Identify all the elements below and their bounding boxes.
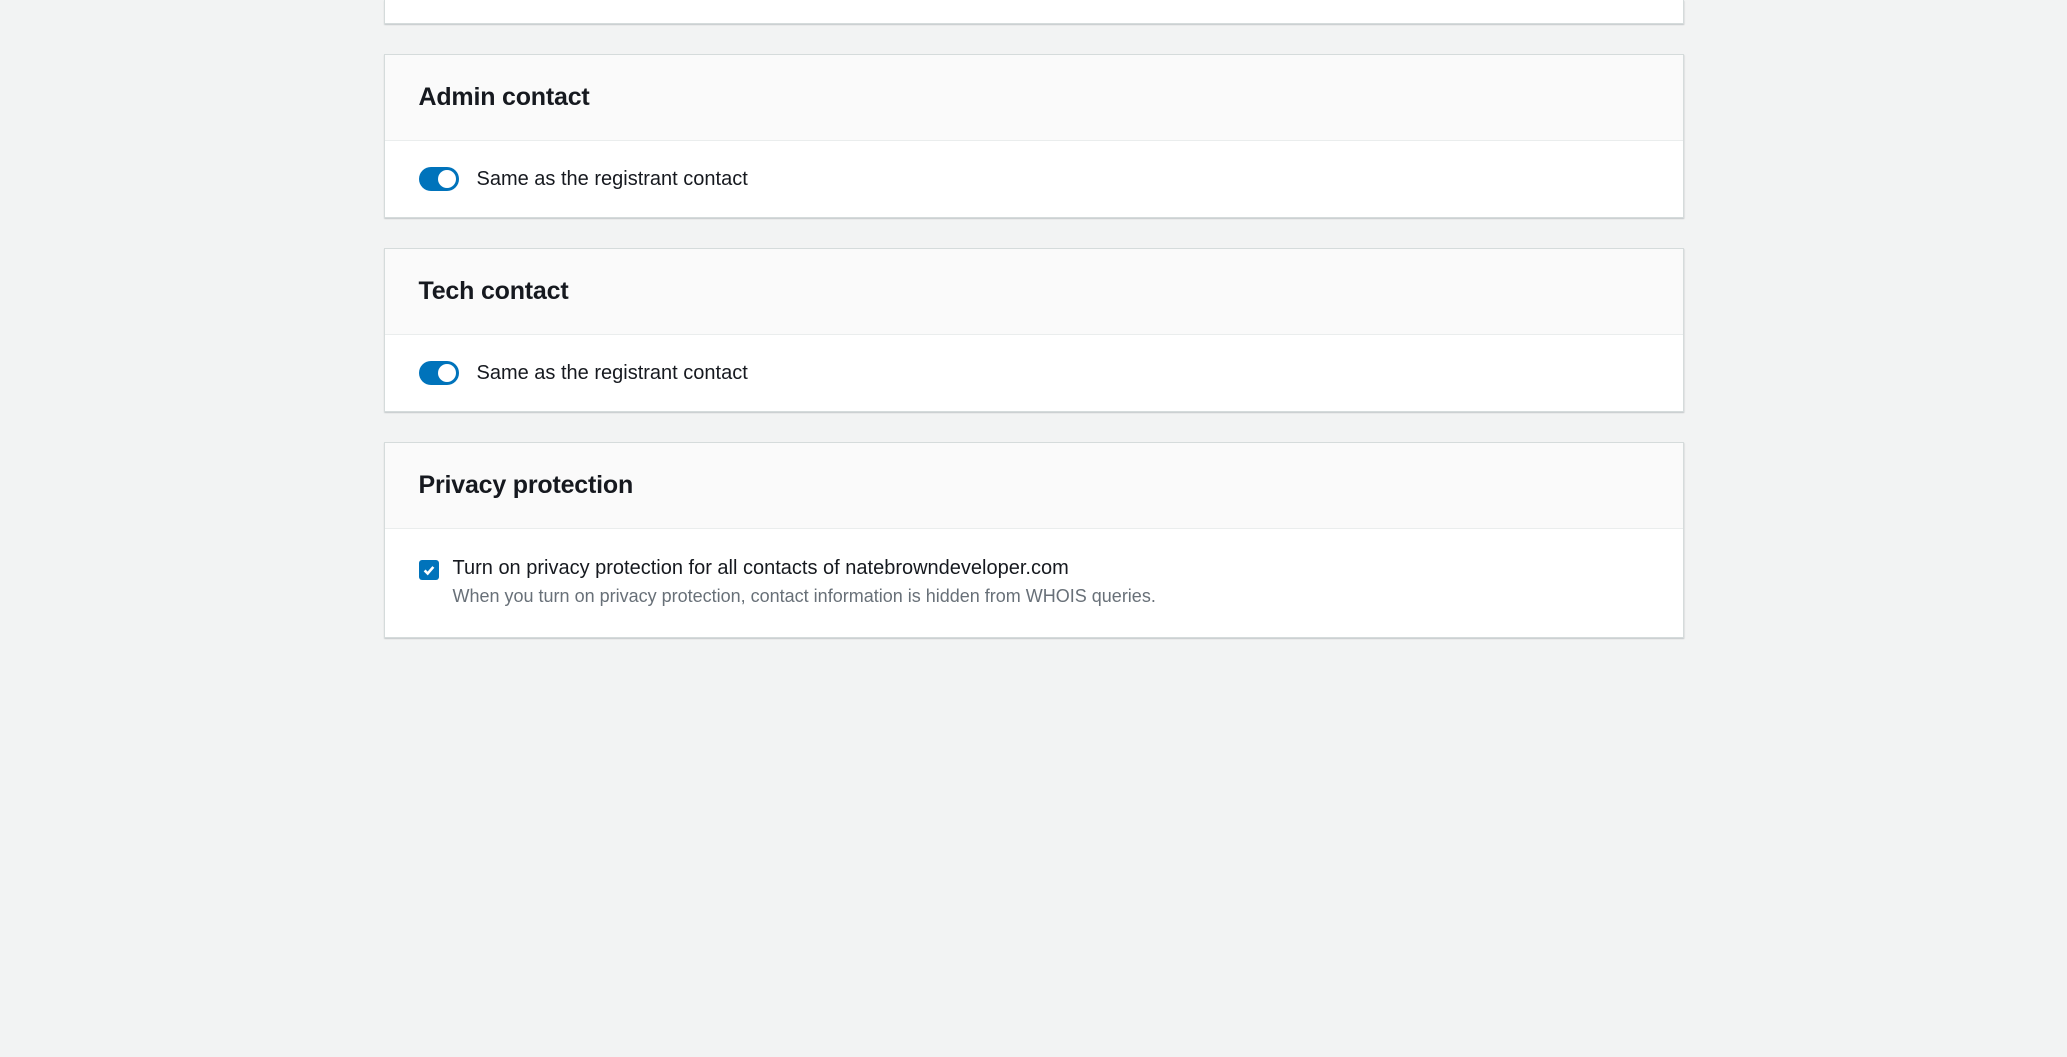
privacy-checkbox-label: Turn on privacy protection for all conta… (453, 557, 1156, 580)
tech-contact-title: Tech contact (419, 277, 1649, 306)
admin-contact-body: Same as the registrant contact (385, 141, 1683, 217)
tech-same-as-registrant-toggle[interactable] (419, 361, 459, 385)
admin-contact-card: Admin contact Same as the registrant con… (384, 54, 1684, 218)
privacy-text-block: Turn on privacy protection for all conta… (453, 557, 1156, 607)
privacy-protection-title: Privacy protection (419, 471, 1649, 500)
tech-toggle-label: Same as the registrant contact (477, 362, 748, 385)
tech-contact-body: Same as the registrant contact (385, 335, 1683, 411)
tech-contact-card: Tech contact Same as the registrant cont… (384, 248, 1684, 412)
privacy-protection-card: Privacy protection Turn on privacy prote… (384, 442, 1684, 638)
privacy-protection-header: Privacy protection (385, 443, 1683, 529)
admin-contact-title: Admin contact (419, 83, 1649, 112)
check-icon (422, 563, 436, 577)
page-container: Admin contact Same as the registrant con… (374, 0, 1694, 638)
admin-toggle-label: Same as the registrant contact (477, 168, 748, 191)
privacy-description: When you turn on privacy protection, con… (453, 586, 1156, 607)
previous-card-stub (384, 0, 1684, 24)
admin-contact-header: Admin contact (385, 55, 1683, 141)
tech-contact-header: Tech contact (385, 249, 1683, 335)
admin-same-as-registrant-toggle[interactable] (419, 167, 459, 191)
privacy-protection-checkbox[interactable] (419, 560, 439, 580)
privacy-protection-body: Turn on privacy protection for all conta… (385, 529, 1683, 637)
